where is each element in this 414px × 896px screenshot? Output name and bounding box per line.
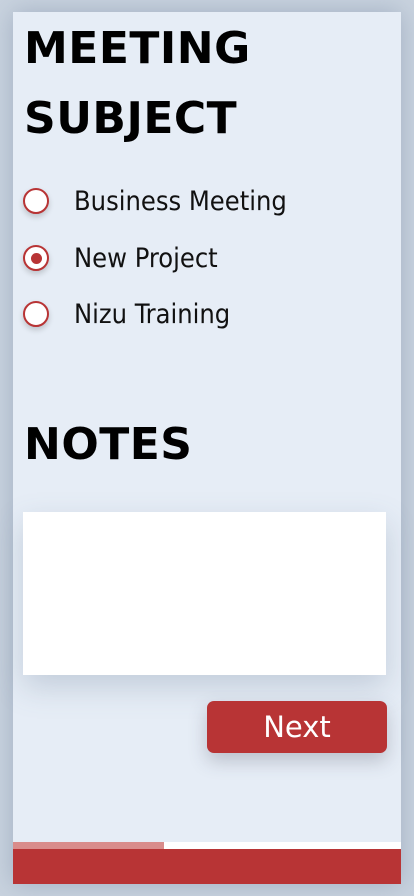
bottom-accent-bar [13, 849, 401, 884]
radio-option-new-project[interactable]: New Project [23, 238, 363, 278]
notes-heading: NOTES [24, 419, 193, 470]
radio-option-label: New Project [74, 242, 218, 274]
radio-option-label: Nizu Training [74, 298, 231, 330]
meeting-subject-heading: MEETING SUBJECT [24, 23, 251, 144]
next-button[interactable]: Next [207, 701, 387, 753]
radio-option-label: Business Meeting [74, 185, 287, 217]
notes-textarea[interactable] [23, 512, 386, 675]
radio-option-nizu-training[interactable]: Nizu Training [23, 294, 363, 334]
radio-button[interactable] [23, 301, 49, 327]
radio-option-business-meeting[interactable]: Business Meeting [23, 181, 363, 221]
radio-button[interactable] [23, 245, 49, 271]
progress-bar [13, 842, 401, 849]
meeting-form-panel: MEETING SUBJECT Business Meeting New Pro… [13, 12, 401, 884]
radio-button[interactable] [23, 188, 49, 214]
progress-bar-fill [13, 842, 165, 849]
